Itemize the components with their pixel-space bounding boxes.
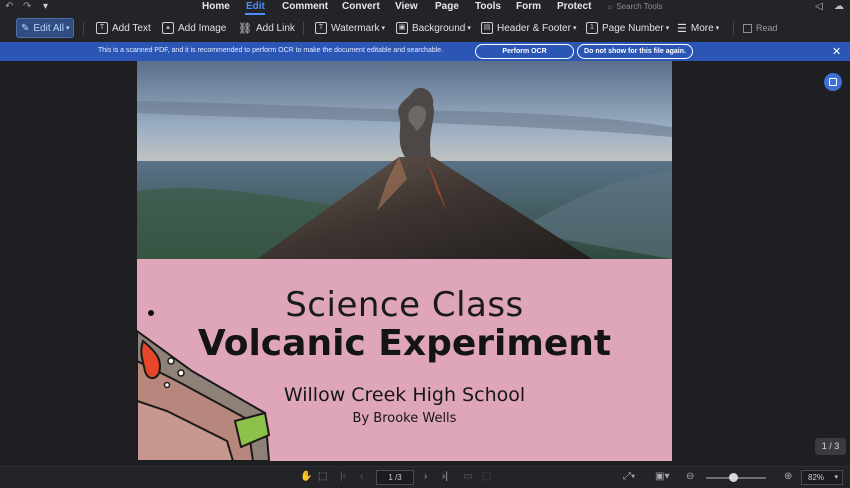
lightbulb-icon: ☼ xyxy=(606,2,614,11)
add-link-label: Add Link xyxy=(255,22,295,34)
toolbar-divider xyxy=(733,22,734,35)
quick-access-dropdown-icon[interactable]: ▾ xyxy=(43,1,48,12)
pencil-icon: ✎ xyxy=(21,22,30,34)
menu-comment[interactable]: Comment xyxy=(282,1,328,12)
last-page-icon[interactable]: ›| xyxy=(442,471,448,482)
cloud-icon[interactable]: ☁ xyxy=(834,1,844,12)
menu-tools[interactable]: Tools xyxy=(475,1,501,12)
chevron-down-icon: ▾ xyxy=(665,25,670,32)
send-icon[interactable]: ◁ xyxy=(815,1,823,12)
add-image-button[interactable]: ▴ Add Image xyxy=(162,18,226,38)
pdf-page[interactable]: Science Class Volcanic Experiment Willow… xyxy=(137,61,672,461)
image-icon: ▴ xyxy=(162,22,174,34)
lava-rock-illustration xyxy=(137,301,277,461)
background-label: Background xyxy=(412,22,466,34)
redo-icon[interactable]: ↷ xyxy=(23,1,31,12)
page-indicator-badge: 1 / 3 xyxy=(815,438,846,455)
page-number-label: Page Number xyxy=(602,22,664,34)
side-panel-toggle-button[interactable] xyxy=(824,73,842,91)
zoom-level-value: 82% xyxy=(808,473,825,482)
text-box-icon: T xyxy=(96,22,108,34)
chevron-down-icon: ▾ xyxy=(834,474,838,481)
read-label: Read xyxy=(756,23,778,33)
add-link-button[interactable]: ⛓ Add Link xyxy=(238,18,295,38)
zoom-in-icon[interactable]: ⊕ xyxy=(784,471,792,482)
search-tools-label: Search Tools xyxy=(616,2,663,11)
search-tools[interactable]: ☼ Search Tools xyxy=(606,2,662,11)
next-page-icon[interactable]: › xyxy=(424,471,427,482)
menu-convert[interactable]: Convert xyxy=(342,1,380,12)
zoom-out-icon[interactable]: ⊖ xyxy=(686,471,694,482)
page-number-icon: 1 xyxy=(586,22,598,34)
header-footer-label: Header & Footer xyxy=(497,22,571,34)
perform-ocr-button[interactable]: Perform OCR xyxy=(475,44,574,59)
status-bar: ✋ ⬚ |‹ ‹ 1 /3 › ›| ▭ ⬚ ⤢▾ ▣▾ ⊖ ⊕ 82% ▾ xyxy=(0,466,850,488)
previous-page-icon[interactable]: ‹ xyxy=(360,471,363,482)
menu-page[interactable]: Page xyxy=(435,1,459,12)
chevron-down-icon: ▾ xyxy=(467,25,471,32)
comment-tool-icon[interactable]: ▭ xyxy=(463,471,472,482)
ocr-message: This is a scanned PDF, and it is recomme… xyxy=(98,47,444,54)
menu-protect[interactable]: Protect xyxy=(557,1,591,12)
menu-home[interactable]: Home xyxy=(202,1,230,12)
read-checkbox[interactable] xyxy=(743,23,752,33)
menu-view[interactable]: View xyxy=(395,1,418,12)
menu-form[interactable]: Form xyxy=(516,1,541,12)
volcano-photo xyxy=(137,61,672,259)
add-text-button[interactable]: T Add Text xyxy=(96,18,151,38)
page-number-button[interactable]: 1 Page Number ▾ xyxy=(586,18,669,38)
menu-edit[interactable]: Edit xyxy=(246,1,265,12)
page-number-input[interactable]: 1 /3 xyxy=(376,470,414,485)
close-icon[interactable]: ✕ xyxy=(832,45,841,58)
chevron-down-icon: ▾ xyxy=(381,25,386,32)
read-mode-toggle[interactable]: Read xyxy=(743,18,778,38)
chevron-down-icon: ▾ xyxy=(65,25,70,32)
zoom-level-select[interactable]: 82% ▾ xyxy=(801,470,843,485)
watermark-label: Watermark xyxy=(331,22,380,34)
header-footer-button[interactable]: ▤ Header & Footer ▾ xyxy=(481,18,576,38)
more-button[interactable]: ☰ More ▾ xyxy=(677,18,719,38)
toolbar-divider xyxy=(83,22,84,35)
zoom-slider-handle[interactable] xyxy=(729,473,738,482)
menu-bar: ↶ ↷ ▾ Home Edit Comment Convert View Pag… xyxy=(0,0,850,16)
add-text-label: Add Text xyxy=(112,22,151,34)
menu-lines-icon: ☰ xyxy=(677,22,687,35)
background-button[interactable]: ▣ Background ▾ xyxy=(396,18,471,38)
crop-tool-icon[interactable]: ⬚ xyxy=(482,471,491,482)
ocr-notification-banner: This is a scanned PDF, and it is recomme… xyxy=(0,42,850,61)
chevron-down-icon: ▾ xyxy=(715,25,720,32)
edit-all-button[interactable]: ✎ Edit All ▾ xyxy=(16,18,75,38)
hand-tool-icon[interactable]: ✋ xyxy=(300,471,312,482)
watermark-button[interactable]: T Watermark ▾ xyxy=(315,18,385,38)
edit-all-label: Edit All xyxy=(33,22,64,34)
fit-page-icon[interactable]: ⤢▾ xyxy=(623,471,635,482)
first-page-icon[interactable]: |‹ xyxy=(340,471,346,482)
ai-assistant-icon xyxy=(829,78,837,86)
toolbar-divider xyxy=(303,22,304,35)
pdf-editor-window: ↶ ↷ ▾ Home Edit Comment Convert View Pag… xyxy=(0,0,850,488)
active-tab-indicator xyxy=(245,13,265,15)
header-footer-icon: ▤ xyxy=(481,22,493,34)
dont-show-again-button[interactable]: Do not show for this file again. xyxy=(577,44,693,59)
add-image-label: Add Image xyxy=(178,22,227,34)
chevron-down-icon: ▾ xyxy=(572,25,577,32)
edit-toolbar: ✎ Edit All ▾ T Add Text ▴ Add Image ⛓ Ad… xyxy=(0,16,850,42)
select-tool-icon[interactable]: ⬚ xyxy=(318,471,327,482)
link-icon: ⛓ xyxy=(238,22,252,35)
view-mode-icon[interactable]: ▣▾ xyxy=(655,471,669,482)
undo-icon[interactable]: ↶ xyxy=(5,1,13,12)
watermark-icon: T xyxy=(315,22,327,34)
background-icon: ▣ xyxy=(396,22,408,34)
more-label: More xyxy=(690,22,714,34)
